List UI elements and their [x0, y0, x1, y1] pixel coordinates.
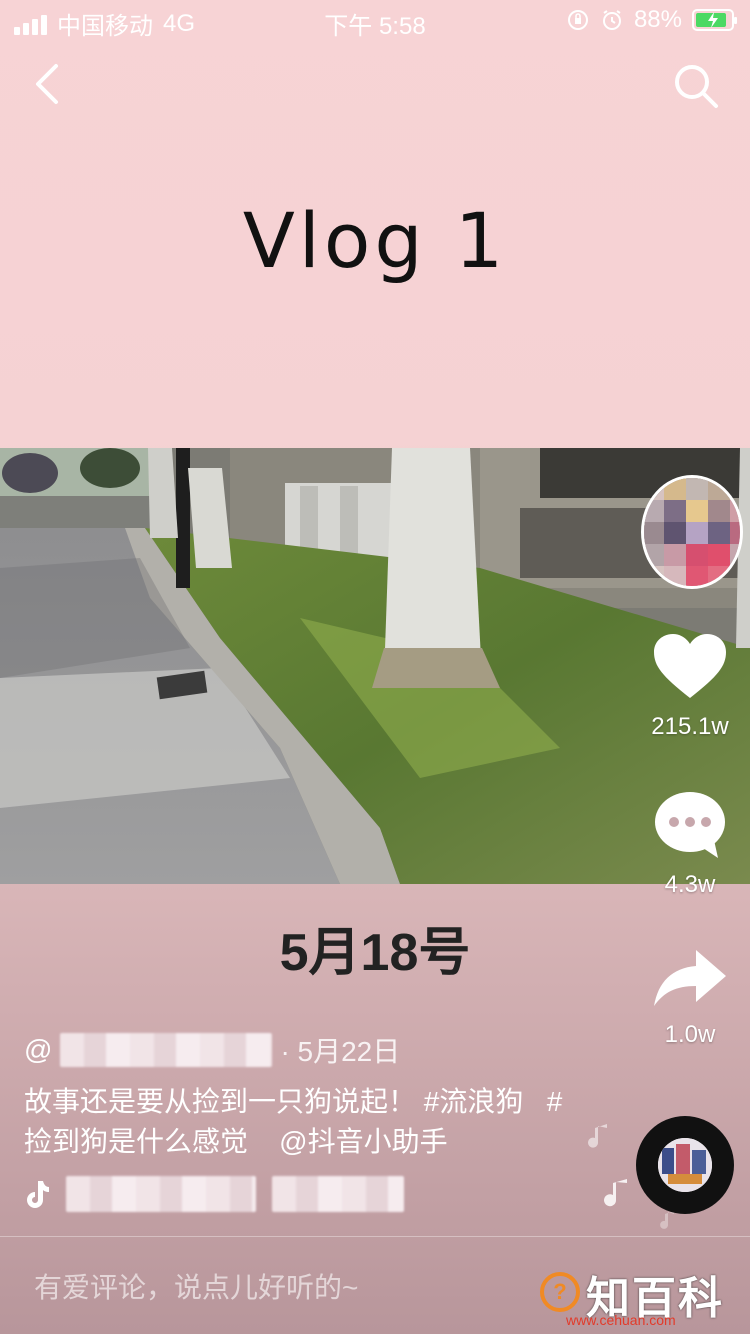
watermark-logo-icon: ?	[540, 1272, 580, 1312]
music-row[interactable]	[24, 1176, 404, 1212]
author-at: @	[24, 1034, 53, 1065]
battery-percent: 88%	[633, 6, 682, 33]
orientation-lock-icon	[567, 10, 588, 30]
mention-douyin-helper[interactable]: @抖音小助手	[279, 1126, 447, 1157]
post-caption: 故事还是要从捡到一只狗说起！ #流浪狗 #捡到狗是什么感觉 @抖音小助手	[24, 1082, 564, 1162]
tiktok-note-icon	[27, 1181, 49, 1208]
video-title-card: Vlog 1	[242, 196, 508, 285]
alarm-icon	[602, 10, 621, 30]
author-line: @ · 5月22日	[24, 1030, 400, 1070]
hashtag-stray-dog[interactable]: #流浪狗	[424, 1086, 524, 1117]
share-button[interactable]: 1.0w	[640, 948, 740, 1049]
like-button[interactable]: 215.1w	[640, 632, 740, 741]
music-title-blurred	[66, 1176, 256, 1212]
status-right: 88%	[566, 6, 737, 34]
music-cover	[658, 1138, 712, 1192]
comment-count: 4.3w	[664, 871, 716, 898]
search-icon	[675, 65, 718, 108]
bottom-divider	[0, 1236, 750, 1237]
battery-icon	[692, 9, 737, 31]
back-button[interactable]	[26, 60, 74, 108]
watermark-url: www.cehuan.com	[566, 1312, 676, 1328]
heart-icon	[654, 634, 726, 698]
share-arrow-icon	[654, 950, 726, 1006]
like-count: 215.1w	[651, 713, 729, 740]
video-frame-image[interactable]	[0, 448, 750, 884]
comment-input[interactable]: 有爱评论，说点儿好听的~	[34, 1266, 358, 1306]
search-button[interactable]	[670, 60, 722, 112]
share-count: 1.0w	[664, 1021, 716, 1048]
post-date: · 5月22日	[280, 1036, 401, 1067]
author-name-blurred[interactable]	[60, 1033, 273, 1067]
comment-button[interactable]: 4.3w	[640, 790, 740, 899]
video-date-caption: 5月18号	[279, 924, 471, 982]
comment-bubble-icon	[655, 792, 725, 858]
music-artist-blurred	[272, 1176, 404, 1212]
author-avatar[interactable]	[641, 475, 743, 589]
caption-text: 故事还是要从捡到一只狗说起！	[24, 1086, 424, 1117]
status-bar: 中国移动 4G 下午 5:58 88%	[0, 0, 750, 40]
music-disc-button[interactable]	[636, 1116, 734, 1214]
chevron-left-icon	[36, 64, 58, 104]
